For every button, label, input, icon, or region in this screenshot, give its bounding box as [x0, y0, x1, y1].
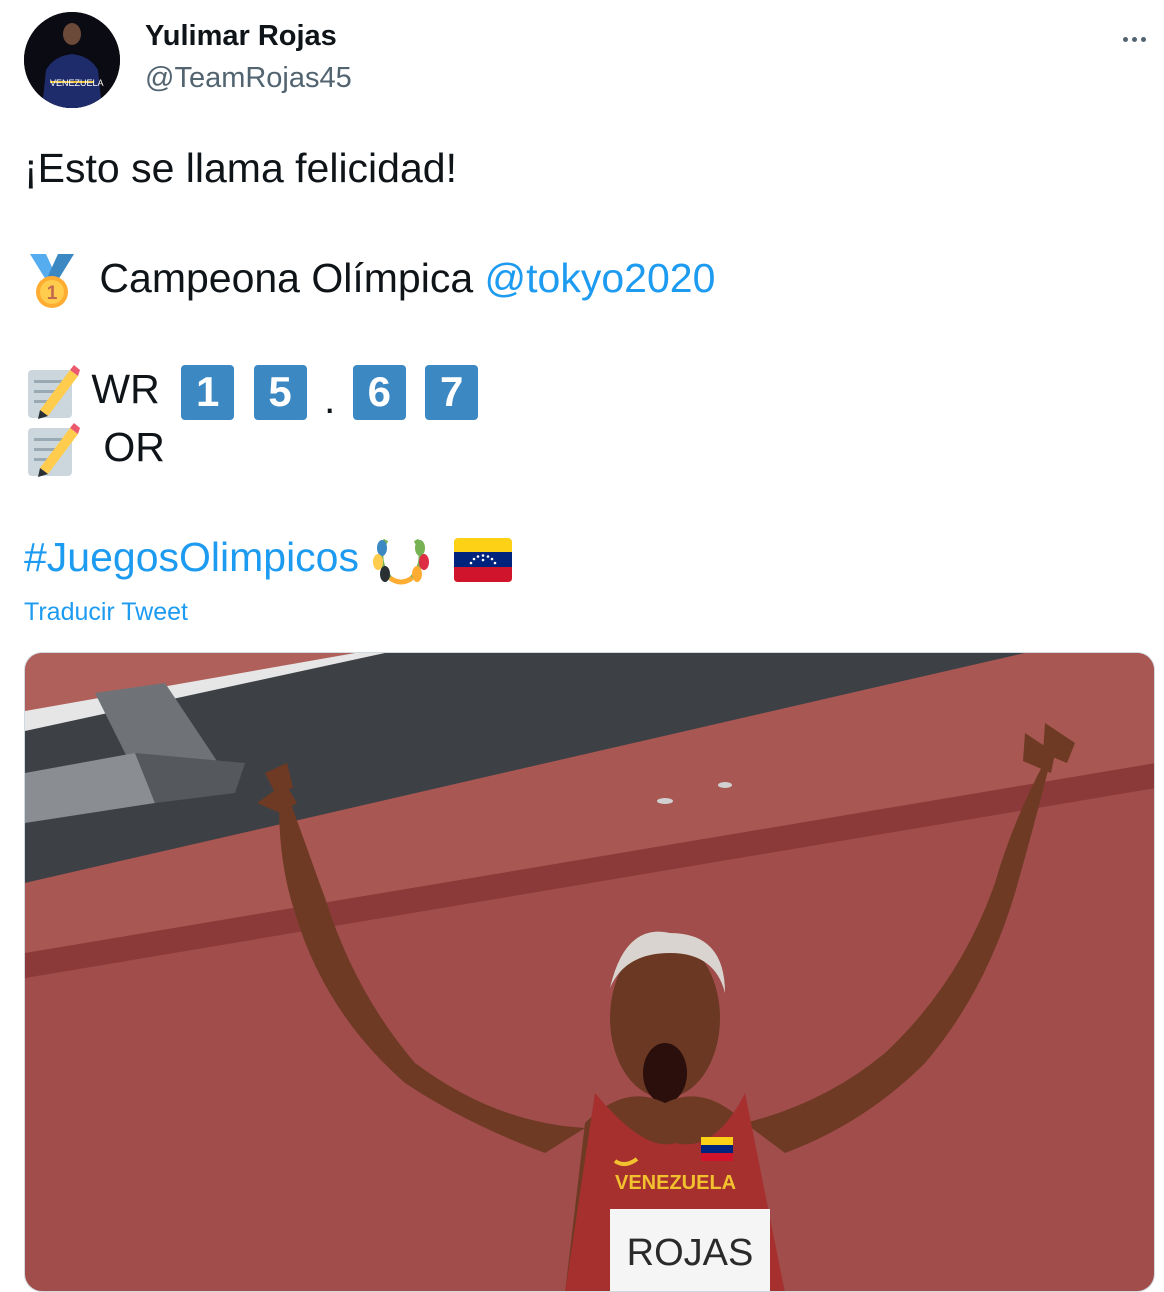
record-digit-4: 7 — [425, 364, 479, 420]
author-handle[interactable]: @TeamRojas45 — [145, 62, 352, 95]
record-separator: . — [323, 376, 336, 422]
avatar[interactable]: VENEZUELA — [24, 12, 120, 108]
tweet-photo[interactable]: VENEZUELA ROJAS — [24, 652, 1155, 1292]
photo-scene: VENEZUELA ROJAS — [25, 653, 1154, 1291]
jersey-text: VENEZUELA — [615, 1172, 736, 1194]
tweet-line-3: WR 1 5 . 6 7 — [24, 364, 486, 420]
hashtag-juegos-olimpicos[interactable]: #JuegosOlimpicos — [24, 534, 359, 580]
mention-tokyo2020[interactable]: @tokyo2020 — [485, 255, 716, 301]
tweet-line-3-label: WR — [91, 365, 160, 412]
laurel-wreath-icon — [373, 538, 430, 585]
tweet-line-1: ¡Esto se llama felicidad! — [24, 145, 457, 191]
tweet-line-5: #JuegosOlimpicos — [24, 532, 512, 588]
translate-tweet-link[interactable]: Traducir Tweet — [24, 598, 188, 627]
bib-name: ROJAS — [627, 1232, 754, 1274]
avatar-image: VENEZUELA — [24, 12, 120, 108]
tweet-line-4: OR — [24, 422, 165, 478]
tweet-line-2-text: Campeona Olímpica — [99, 254, 474, 301]
record-digit-2: 5 — [253, 364, 307, 420]
more-dots-icon — [1122, 36, 1128, 42]
tweet-line-4-label: OR — [103, 423, 165, 470]
record-digit-3: 6 — [352, 364, 406, 420]
venezuela-flag-icon — [453, 538, 512, 582]
more-options-button[interactable] — [1112, 22, 1156, 56]
gold-medal-icon: 1 — [30, 254, 74, 308]
author-name[interactable]: Yulimar Rojas — [145, 20, 337, 53]
memo-icon — [28, 365, 80, 419]
record-digit-1: 1 — [181, 364, 235, 420]
avatar-jersey-text: VENEZUELA — [50, 78, 104, 88]
jersey-flag — [701, 1137, 733, 1161]
memo-icon — [28, 423, 80, 477]
tweet-line-2: 1 Campeona Olímpica @tokyo2020 — [24, 252, 715, 310]
svg-text:1: 1 — [47, 283, 58, 304]
